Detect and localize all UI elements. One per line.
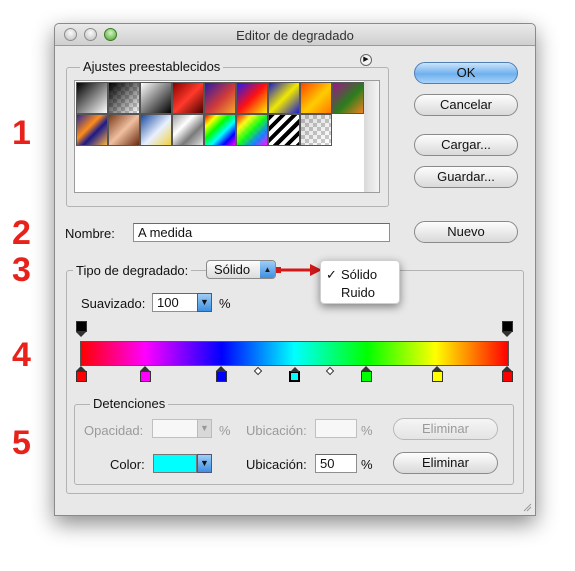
smoothness-unit: % bbox=[219, 296, 231, 311]
preset-swatch[interactable] bbox=[108, 114, 140, 146]
gradient-type-menu: ✓ Sólido Ruido bbox=[320, 260, 400, 304]
presets-scrollbar[interactable] bbox=[364, 80, 380, 193]
opacity-dropdown-icon: ▼ bbox=[197, 419, 212, 438]
color-delete-button[interactable]: Eliminar bbox=[393, 452, 498, 474]
color-stop[interactable] bbox=[502, 366, 513, 382]
gradient-type-value: Sólido bbox=[214, 262, 251, 277]
stops-group-label: Detenciones bbox=[90, 396, 169, 411]
color-stop-selected[interactable] bbox=[289, 367, 300, 382]
popup-arrows-icon: ▲ bbox=[260, 261, 275, 278]
screenshot-stage: Editor de degradado Ajustes preestableci… bbox=[0, 0, 575, 571]
color-stop[interactable] bbox=[361, 366, 372, 382]
red-arrow-icon bbox=[276, 264, 322, 276]
opacity-field bbox=[152, 419, 198, 438]
annotation-number: 3 bbox=[12, 251, 31, 289]
new-button[interactable]: Nuevo bbox=[414, 221, 518, 243]
opacity-location-label: Ubicación: bbox=[246, 423, 307, 438]
presets-group-label: Ajustes preestablecidos bbox=[80, 59, 224, 74]
preset-swatch[interactable] bbox=[204, 114, 236, 146]
color-stop[interactable] bbox=[140, 366, 151, 382]
title-bar: Editor de degradado bbox=[55, 24, 535, 46]
color-location-label: Ubicación: bbox=[246, 457, 307, 472]
presets-swatch-grid bbox=[74, 80, 366, 193]
name-field[interactable]: A medida bbox=[133, 223, 390, 242]
gradient-type-popup[interactable]: Sólido ▲ bbox=[206, 260, 276, 279]
preset-swatch[interactable] bbox=[172, 114, 204, 146]
color-dropdown-icon[interactable]: ▼ bbox=[197, 454, 212, 473]
preset-swatch[interactable] bbox=[76, 82, 108, 114]
preset-swatch[interactable] bbox=[140, 114, 172, 146]
save-button[interactable]: Guardar... bbox=[414, 166, 518, 188]
color-location-field[interactable]: 50 bbox=[315, 454, 357, 473]
smoothness-label: Suavizado: bbox=[81, 296, 146, 311]
preset-swatch[interactable] bbox=[300, 114, 332, 146]
preset-swatch[interactable] bbox=[236, 82, 268, 114]
annotation-number: 4 bbox=[12, 336, 31, 374]
preset-swatch[interactable] bbox=[268, 114, 300, 146]
opacity-delete-button: Eliminar bbox=[393, 418, 498, 440]
preset-swatch[interactable] bbox=[76, 114, 108, 146]
opacity-location-unit: % bbox=[361, 423, 373, 438]
smoothness-dropdown-icon[interactable]: ▼ bbox=[197, 293, 212, 312]
preset-swatch[interactable] bbox=[236, 114, 268, 146]
annotation-number: 2 bbox=[12, 214, 31, 252]
opacity-stop-left[interactable] bbox=[76, 321, 87, 337]
name-label: Nombre: bbox=[65, 226, 115, 241]
preset-swatch[interactable] bbox=[332, 82, 364, 114]
color-stop[interactable] bbox=[216, 366, 227, 382]
annotation-number: 1 bbox=[12, 114, 31, 152]
gradient-bar[interactable] bbox=[80, 341, 509, 366]
preset-swatch[interactable] bbox=[204, 82, 236, 114]
menu-item-solid[interactable]: Sólido bbox=[341, 267, 377, 282]
color-location-unit: % bbox=[361, 457, 373, 472]
resize-grip-icon[interactable] bbox=[522, 502, 532, 512]
opacity-label: Opacidad: bbox=[84, 423, 144, 438]
ok-button[interactable]: OK bbox=[414, 62, 518, 84]
window-title: Editor de degradado bbox=[236, 28, 354, 43]
load-button[interactable]: Cargar... bbox=[414, 134, 518, 156]
checkmark-icon: ✓ bbox=[326, 267, 337, 282]
preset-swatch[interactable] bbox=[140, 82, 172, 114]
smoothness-field[interactable]: 100 bbox=[152, 293, 198, 312]
color-swatch[interactable] bbox=[153, 454, 197, 473]
cancel-button[interactable]: Cancelar bbox=[414, 94, 518, 116]
presets-menu-icon[interactable]: ▶ bbox=[360, 54, 372, 66]
color-label: Color: bbox=[110, 457, 145, 472]
gradient-type-label: Tipo de degradado: bbox=[73, 263, 192, 278]
preset-swatch[interactable] bbox=[108, 82, 140, 114]
menu-item-noise[interactable]: Ruido bbox=[341, 285, 375, 300]
color-stop[interactable] bbox=[76, 366, 87, 382]
annotation-number: 5 bbox=[12, 424, 31, 462]
color-stop[interactable] bbox=[432, 366, 443, 382]
opacity-unit: % bbox=[219, 423, 231, 438]
opacity-location-field bbox=[315, 419, 357, 438]
preset-swatch[interactable] bbox=[268, 82, 300, 114]
preset-swatch[interactable] bbox=[300, 82, 332, 114]
preset-swatch[interactable] bbox=[172, 82, 204, 114]
opacity-stop-right[interactable] bbox=[502, 321, 513, 337]
